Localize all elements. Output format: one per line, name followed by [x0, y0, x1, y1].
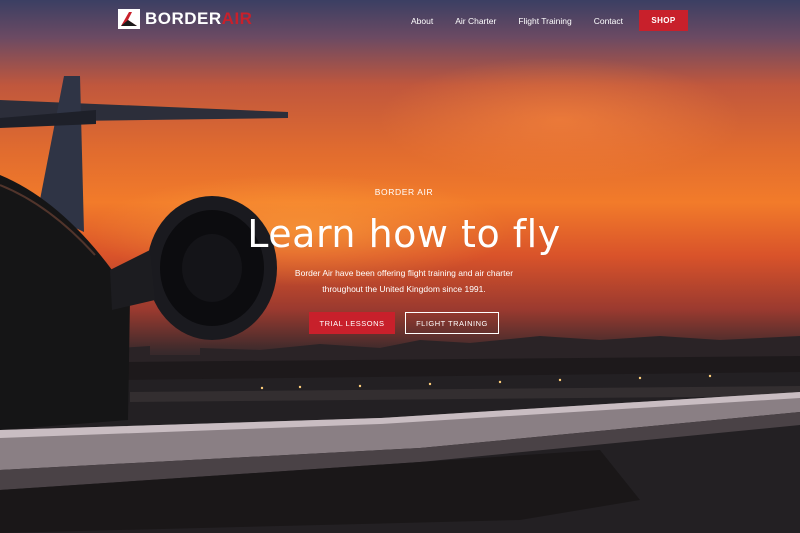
- hero-headline: Learn how to fly: [247, 212, 561, 256]
- nav-item-about[interactable]: About: [411, 16, 433, 26]
- brand-wordmark: BORDERAIR: [145, 9, 252, 29]
- hero-eyebrow: BORDER AIR: [374, 187, 434, 197]
- brand-logo[interactable]: BORDERAIR: [118, 9, 252, 29]
- nav-item-flight-training[interactable]: Flight Training: [518, 16, 571, 26]
- trial-lessons-button[interactable]: TRIAL LESSONS: [309, 312, 395, 334]
- main-nav: About Air Charter Flight Training Contac…: [389, 10, 688, 31]
- hero-cta-group: TRIAL LESSONS FLIGHT TRAINING: [0, 312, 800, 334]
- nav-item-contact[interactable]: Contact: [594, 16, 623, 26]
- brand-name-part2: AIR: [221, 9, 253, 28]
- shop-button[interactable]: SHOP: [639, 10, 688, 31]
- brand-name-part1: BORDER: [145, 9, 222, 28]
- flight-training-button[interactable]: FLIGHT TRAINING: [405, 312, 499, 334]
- hero-description-line2: throughout the United Kingdom since 1991…: [322, 284, 486, 294]
- hero-description: Border Air have been offering flight tra…: [0, 265, 800, 297]
- plane-tail-icon: [118, 9, 140, 29]
- hero-description-line1: Border Air have been offering flight tra…: [294, 268, 514, 278]
- nav-item-air-charter[interactable]: Air Charter: [455, 16, 496, 26]
